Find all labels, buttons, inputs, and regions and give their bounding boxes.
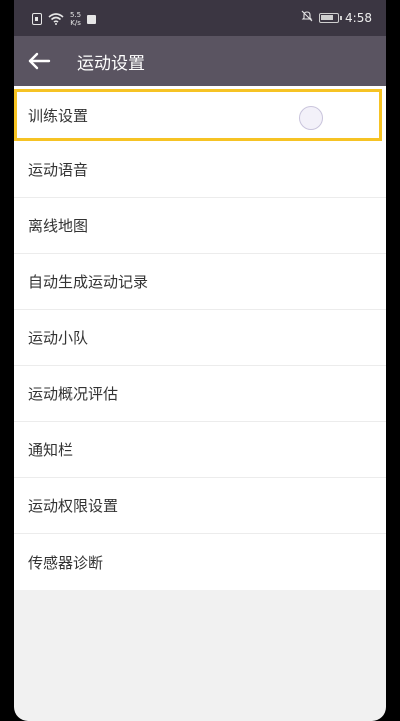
mute-bell-icon — [301, 10, 313, 25]
settings-item-label: 自动生成运动记录 — [28, 273, 149, 291]
page-title: 运动设置 — [77, 54, 145, 74]
status-left: 5.5 K/s — [32, 11, 97, 27]
settings-item-label: 训练设置 — [28, 106, 89, 125]
back-arrow-icon[interactable] — [26, 48, 52, 74]
settings-item-label: 运动语音 — [28, 161, 89, 179]
status-time: 4:58 — [345, 10, 372, 25]
tap-indicator-icon — [299, 106, 323, 130]
settings-item-overview[interactable]: 运动概况评估 — [14, 366, 386, 422]
network-speed-value: 5.5 — [70, 11, 82, 19]
settings-item-label: 运动权限设置 — [28, 497, 119, 515]
settings-item-label: 运动小队 — [28, 329, 89, 347]
status-right: 4:58 — [301, 10, 372, 25]
settings-item-label: 离线地图 — [28, 217, 89, 235]
settings-item-voice[interactable]: 运动语音 — [14, 142, 386, 198]
settings-item-permissions[interactable]: 运动权限设置 — [14, 478, 386, 534]
settings-item-team[interactable]: 运动小队 — [14, 310, 386, 366]
settings-item-offline-map[interactable]: 离线地图 — [14, 198, 386, 254]
settings-item-training[interactable]: 训练设置 — [14, 89, 382, 141]
notification-square-icon — [87, 14, 97, 24]
settings-item-label: 通知栏 — [28, 441, 74, 459]
settings-item-label: 运动概况评估 — [28, 385, 119, 403]
sim-icon — [32, 13, 42, 25]
settings-item-sensor-diagnosis[interactable]: 传感器诊断 — [14, 534, 386, 590]
settings-list: 训练设置 运动语音 离线地图 自动生成运动记录 运动小队 运动概况评估 通知栏 — [14, 86, 386, 590]
settings-item-auto-record[interactable]: 自动生成运动记录 — [14, 254, 386, 310]
network-speed-unit: K/s — [70, 19, 81, 27]
wifi-icon — [48, 13, 64, 25]
toolbar: 运动设置 — [14, 36, 386, 86]
status-bar: 5.5 K/s 4:58 — [14, 0, 386, 36]
battery-icon — [319, 12, 343, 23]
settings-item-label: 传感器诊断 — [28, 553, 104, 572]
network-speed: 5.5 K/s — [70, 11, 81, 27]
settings-item-notification-bar[interactable]: 通知栏 — [14, 422, 386, 478]
phone-frame: 5.5 K/s 4:58 运动设置 训练设置 运动语音 离线地图 自动生成运动记… — [0, 0, 400, 721]
screen: 5.5 K/s 4:58 运动设置 训练设置 运动语音 离线地图 自动生成运动记… — [14, 0, 386, 721]
